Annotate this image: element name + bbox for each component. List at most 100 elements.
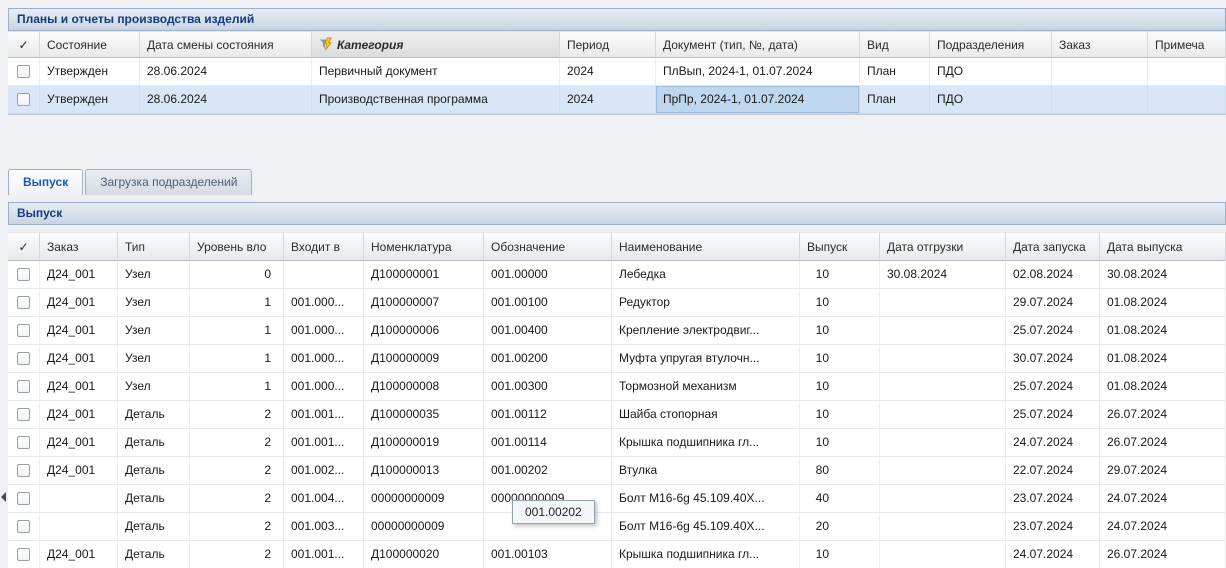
vypusk-cell[interactable]: 001.000... (284, 289, 364, 317)
vypusk-cell[interactable]: 1 (190, 289, 284, 317)
vypusk-cell[interactable]: Деталь (118, 429, 190, 457)
vypusk-cell[interactable]: 0 (190, 261, 284, 289)
row-checkbox[interactable] (17, 268, 30, 281)
vypusk-cell[interactable]: 02.08.2024 (1006, 261, 1100, 289)
plans-cell[interactable]: 28.06.2024 (140, 86, 312, 114)
plans-row-2[interactable]: Утвержден28.06.2024Производственная прог… (8, 86, 1226, 114)
vypusk-cell[interactable]: Шайба стопорная (612, 401, 800, 429)
vypusk-cell[interactable]: 00000000009 (364, 513, 484, 541)
vypusk-cell[interactable]: Д24_001 (40, 429, 118, 457)
plans-cell[interactable]: ПДО (930, 58, 1052, 86)
vypusk-row-11[interactable]: Д24_001Деталь2001.001...Д100000020001.00… (8, 541, 1226, 568)
vypusk-column-header-7[interactable]: Наименование (612, 232, 800, 261)
vypusk-cell[interactable]: Крепление электродвиг... (612, 317, 800, 345)
vypusk-cell[interactable]: 30.08.2024 (1100, 261, 1226, 289)
vypusk-cell[interactable]: Д100000020 (364, 541, 484, 568)
vypusk-cell[interactable]: 22.07.2024 (1006, 457, 1100, 485)
vypusk-column-header-6[interactable]: Обозначение (484, 232, 612, 261)
vypusk-column-header-3[interactable]: Уровень вло (190, 232, 284, 261)
vypusk-row-7[interactable]: Д24_001Деталь2001.001...Д100000019001.00… (8, 429, 1226, 457)
row-checkbox[interactable] (17, 65, 30, 78)
plans-cell[interactable] (1148, 86, 1226, 114)
vypusk-cell[interactable]: Д100000009 (364, 345, 484, 373)
vypusk-cell[interactable]: 001.000... (284, 373, 364, 401)
vypusk-cell[interactable]: 01.08.2024 (1100, 345, 1226, 373)
vypusk-cell[interactable]: Деталь (118, 401, 190, 429)
vypusk-row-2[interactable]: Д24_001Узел1001.000...Д100000007001.0010… (8, 289, 1226, 317)
vypusk-cell[interactable] (284, 261, 364, 289)
vypusk-cell[interactable] (880, 429, 1006, 457)
plans-column-header-5[interactable]: Документ (тип, №, дата) (656, 31, 860, 58)
vypusk-cell[interactable]: 2 (190, 401, 284, 429)
vypusk-cell[interactable]: 25.07.2024 (1006, 401, 1100, 429)
plans-cell[interactable]: 2024 (560, 58, 656, 86)
row-checkbox[interactable] (17, 520, 30, 533)
plans-cell[interactable]: Утвержден (40, 86, 140, 114)
vypusk-cell[interactable]: 001.00202 (484, 457, 612, 485)
vypusk-cell[interactable] (40, 513, 118, 541)
vypusk-cell[interactable]: 24.07.2024 (1100, 513, 1226, 541)
vypusk-cell[interactable]: Д24_001 (40, 541, 118, 568)
plans-column-header-2[interactable]: Дата смены состояния (140, 31, 312, 58)
vypusk-cell[interactable]: 01.08.2024 (1100, 289, 1226, 317)
plans-cell[interactable]: ПрПр, 2024-1, 01.07.2024 (656, 86, 860, 114)
row-checkbox[interactable] (17, 296, 30, 309)
vypusk-cell[interactable]: Муфта упругая втулочн... (612, 345, 800, 373)
row-checkbox[interactable] (17, 492, 30, 505)
vypusk-cell[interactable] (880, 317, 1006, 345)
vypusk-cell[interactable]: 001.00200 (484, 345, 612, 373)
vypusk-cell[interactable]: 2 (190, 457, 284, 485)
tab-zagruzka-podrazdelenij[interactable]: Загрузка подразделений (85, 169, 252, 195)
vypusk-cell[interactable]: 001.002... (284, 457, 364, 485)
plans-cell[interactable]: Первичный документ (312, 58, 560, 86)
row-checkbox[interactable] (17, 324, 30, 337)
vypusk-cell[interactable]: Узел (118, 373, 190, 401)
vypusk-row-9[interactable]: Деталь2001.004...0000000000900000000009Б… (8, 485, 1226, 513)
vypusk-cell[interactable]: 1 (190, 345, 284, 373)
vypusk-row-6[interactable]: Д24_001Деталь2001.001...Д100000035001.00… (8, 401, 1226, 429)
vypusk-cell[interactable]: 001.001... (284, 429, 364, 457)
plans-column-header-1[interactable]: Состояние (40, 31, 140, 58)
vypusk-cell[interactable]: Д24_001 (40, 373, 118, 401)
vypusk-cell[interactable]: Узел (118, 317, 190, 345)
vypusk-cell[interactable]: Д24_001 (40, 261, 118, 289)
vypusk-cell[interactable]: Лебедка (612, 261, 800, 289)
vypusk-cell[interactable]: 30.07.2024 (1006, 345, 1100, 373)
vypusk-row-8[interactable]: Д24_001Деталь2001.002...Д100000013001.00… (8, 457, 1226, 485)
plans-cell[interactable]: ПДО (930, 86, 1052, 114)
vypusk-cell[interactable]: 1 (190, 373, 284, 401)
vypusk-cell[interactable]: Деталь (118, 485, 190, 513)
vypusk-cell[interactable]: Д100000007 (364, 289, 484, 317)
vypusk-row-10[interactable]: Деталь2001.003...00000000009Болт М16-6g … (8, 513, 1226, 541)
vypusk-cell[interactable]: 30.08.2024 (880, 261, 1006, 289)
plans-row-1[interactable]: Утвержден28.06.2024Первичный документ202… (8, 58, 1226, 86)
vypusk-row-5[interactable]: Д24_001Узел1001.000...Д100000008001.0030… (8, 373, 1226, 401)
vypusk-column-header-9[interactable]: Дата отгрузки (880, 232, 1006, 261)
vypusk-cell[interactable]: Крышка подшипника гл... (612, 541, 800, 568)
vypusk-cell[interactable]: 1 (190, 317, 284, 345)
plans-column-header-8[interactable]: Заказ (1052, 31, 1148, 58)
plans-cell[interactable] (1148, 58, 1226, 86)
row-checkbox[interactable] (17, 380, 30, 393)
plans-column-header-9[interactable]: Примеча (1148, 31, 1226, 58)
vypusk-cell[interactable]: 2 (190, 513, 284, 541)
vypusk-cell[interactable]: 10 (800, 345, 880, 373)
vypusk-cell[interactable]: 10 (800, 541, 880, 568)
vypusk-cell[interactable]: 001.000... (284, 317, 364, 345)
vypusk-cell[interactable]: 01.08.2024 (1100, 317, 1226, 345)
vypusk-cell[interactable]: 25.07.2024 (1006, 317, 1100, 345)
vypusk-column-header-11[interactable]: Дата выпуска (1100, 232, 1226, 261)
vypusk-cell[interactable]: 10 (800, 429, 880, 457)
row-checkbox[interactable] (17, 548, 30, 561)
vypusk-row-3[interactable]: Д24_001Узел1001.000...Д100000006001.0040… (8, 317, 1226, 345)
vypusk-row-1[interactable]: Д24_001Узел0Д100000001001.00000Лебедка10… (8, 261, 1226, 289)
row-checkbox[interactable] (17, 352, 30, 365)
vypusk-cell[interactable]: 24.07.2024 (1006, 429, 1100, 457)
vypusk-cell[interactable]: Тормозной механизм (612, 373, 800, 401)
vypusk-cell[interactable]: Узел (118, 289, 190, 317)
vypusk-cell[interactable]: Втулка (612, 457, 800, 485)
vypusk-cell[interactable]: Д24_001 (40, 457, 118, 485)
vypusk-cell[interactable]: 001.00100 (484, 289, 612, 317)
vypusk-cell[interactable]: 10 (800, 373, 880, 401)
vypusk-cell[interactable] (880, 401, 1006, 429)
